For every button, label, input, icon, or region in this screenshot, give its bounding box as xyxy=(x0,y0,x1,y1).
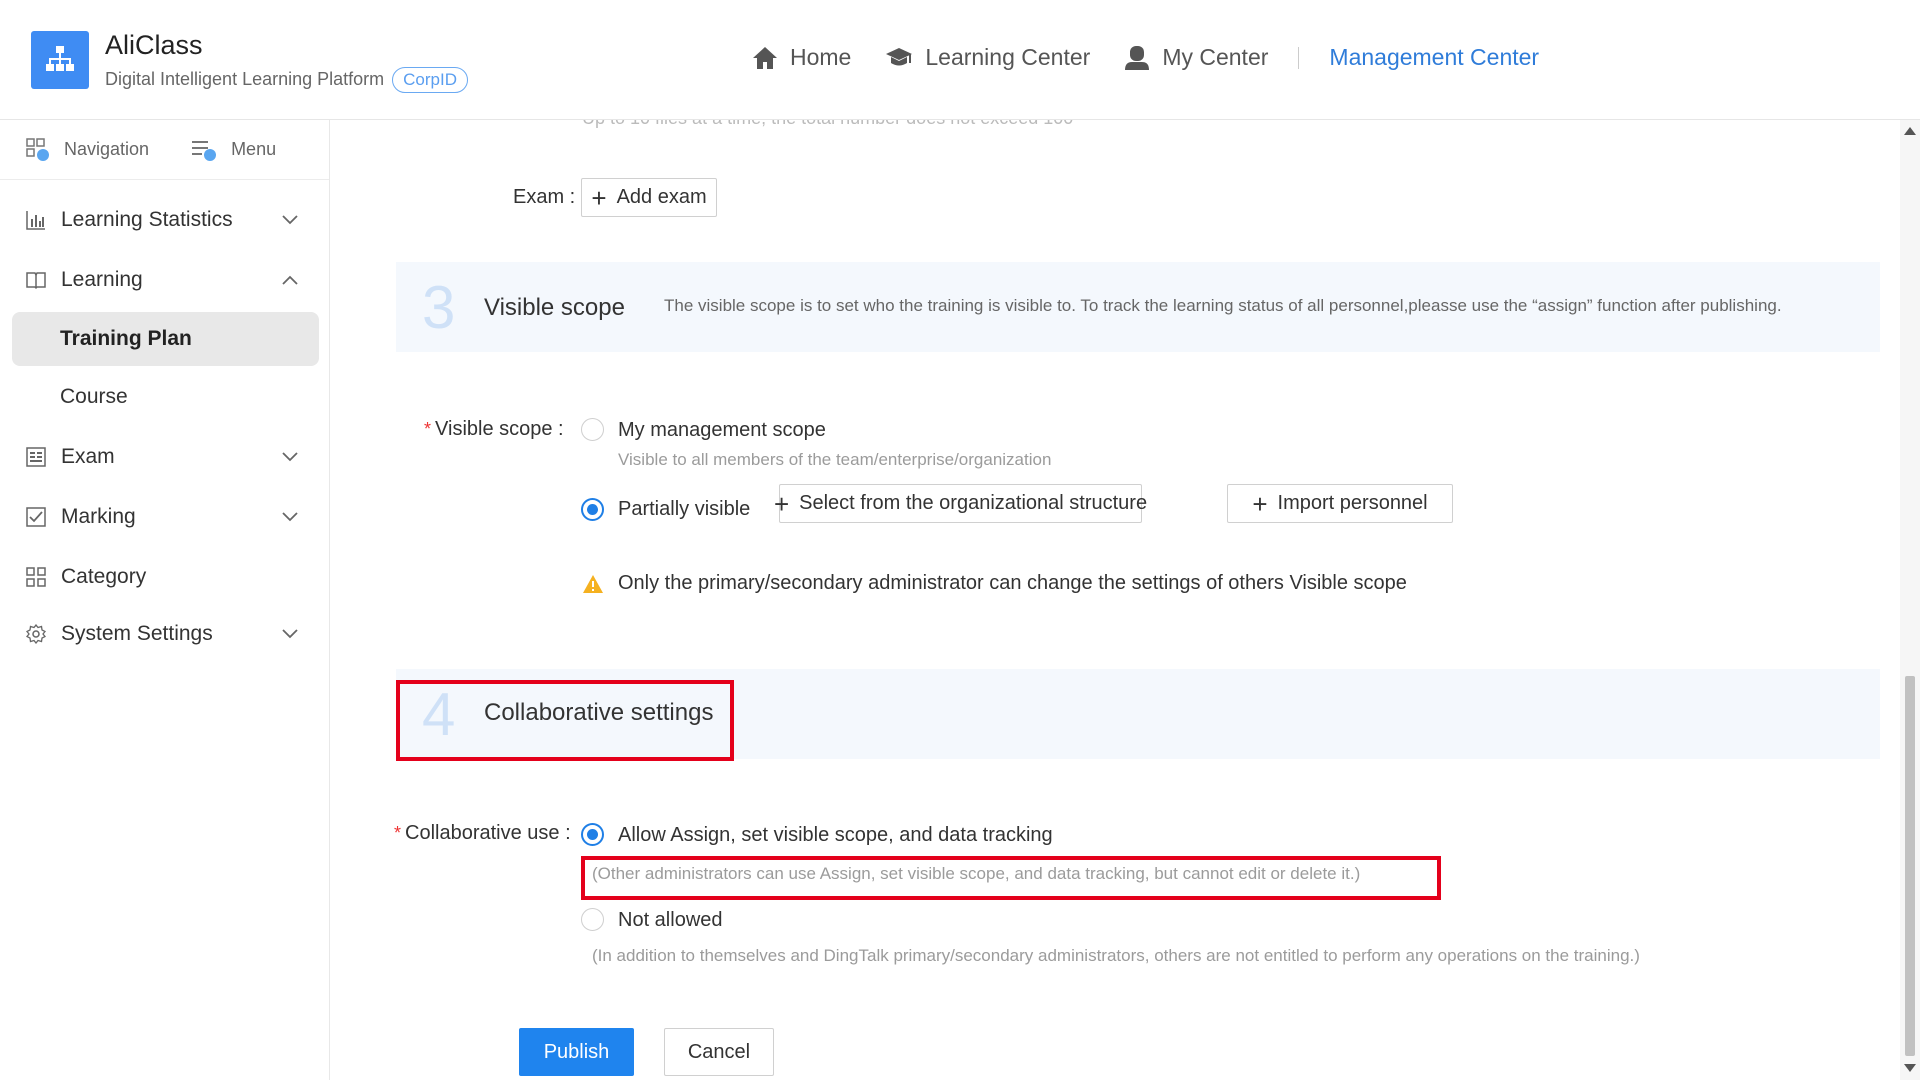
scroll-thumb[interactable] xyxy=(1905,676,1915,1056)
visible-scope-label-text: Visible scope : xyxy=(435,418,564,440)
tab-navigation-label: Navigation xyxy=(64,139,150,159)
marking-icon xyxy=(26,507,46,527)
tab-navigation[interactable]: Navigation xyxy=(26,137,150,162)
sidebar-item-label: Category xyxy=(61,565,147,588)
collaborative-use-label: * Collaborative use : xyxy=(394,822,571,845)
import-personnel-label: Import personnel xyxy=(1277,492,1428,514)
upload-hint-text: Up to 10 files at a time, the total numb… xyxy=(582,120,1073,129)
exam-field-label: Exam : xyxy=(513,186,576,208)
visible-scope-label: * Visible scope : xyxy=(424,418,564,441)
radio-my-management-scope[interactable] xyxy=(581,418,604,441)
sidebar-item-marking[interactable]: Marking xyxy=(0,491,330,543)
nav-home-label: Home xyxy=(790,44,852,70)
plus-icon: + xyxy=(591,182,607,213)
nav-learning-center-label: Learning Center xyxy=(925,44,1091,70)
sidebar-item-category[interactable]: Category xyxy=(0,551,330,603)
nav-home[interactable]: Home xyxy=(752,44,851,71)
sidebar-tabs: Navigation Menu xyxy=(0,120,329,180)
chevron-up-icon xyxy=(282,275,298,285)
sidebar-item-exam[interactable]: Exam xyxy=(0,431,330,483)
sidebar-item-course[interactable]: Course xyxy=(12,370,319,424)
nav-management-center-label: Management Center xyxy=(1329,44,1540,70)
aliclass-logo[interactable] xyxy=(31,31,89,89)
corpid-badge[interactable]: CorpID xyxy=(392,67,469,93)
warning-text: Only the primary/secondary administrator… xyxy=(618,572,1407,594)
nav-learning-center[interactable]: Learning Center xyxy=(885,44,1090,71)
sidebar-item-learning-statistics[interactable]: Learning Statistics xyxy=(0,194,330,246)
scroll-down-arrow-icon[interactable] xyxy=(1904,1064,1916,1072)
bar-chart-icon xyxy=(26,211,45,230)
plus-icon: + xyxy=(773,488,790,519)
main-scrollbar[interactable] xyxy=(1900,120,1920,1080)
warning-icon xyxy=(583,574,603,593)
sidebar-item-label: Learning xyxy=(61,268,143,291)
cancel-button[interactable]: Cancel xyxy=(664,1028,774,1076)
tab-menu[interactable]: Menu xyxy=(191,138,276,162)
publish-button[interactable]: Publish xyxy=(519,1028,634,1076)
brand-title: AliClass xyxy=(105,30,203,60)
nav-separator xyxy=(1298,46,1300,69)
import-personnel-button[interactable]: + Import personnel xyxy=(1227,484,1453,523)
radio-allow-collaboration[interactable] xyxy=(581,823,604,846)
add-exam-label: Add exam xyxy=(616,186,707,208)
exam-icon xyxy=(26,447,46,467)
option-hint: Visible to all members of the team/enter… xyxy=(618,450,1052,469)
option-partially-visible[interactable]: Partially visible xyxy=(618,498,750,521)
section-number: 3 xyxy=(422,274,456,341)
brand-subtitle: Digital Intelligent Learning Platform Cor… xyxy=(105,67,469,93)
sidebar-item-label: Learning Statistics xyxy=(61,208,233,231)
option-hint: (In addition to themselves and DingTalk … xyxy=(592,946,1640,965)
chevron-down-icon xyxy=(282,452,298,462)
tab-menu-label: Menu xyxy=(231,139,277,159)
section-description: The visible scope is to set who the trai… xyxy=(664,296,1782,315)
select-org-label: Select from the organizational structure xyxy=(799,492,1148,514)
chevron-down-icon xyxy=(282,215,298,225)
sidebar-item-system-settings[interactable]: System Settings xyxy=(0,608,330,660)
sidebar-item-label: System Settings xyxy=(61,622,213,645)
sidebar-item-training-plan[interactable]: Training Plan xyxy=(12,312,319,366)
sidebar-item-label: Exam xyxy=(61,445,115,468)
nav-my-center[interactable]: My Center xyxy=(1124,44,1268,71)
nav-my-center-label: My Center xyxy=(1162,44,1269,70)
user-icon xyxy=(1125,45,1150,70)
sidebar-item-learning[interactable]: Learning xyxy=(0,254,330,306)
top-header: AliClass Digital Intelligent Learning Pl… xyxy=(0,0,1920,120)
sidebar-item-label: Marking xyxy=(61,505,136,528)
graduation-cap-icon xyxy=(886,47,913,65)
main-content: Up to 10 files at a time, the total numb… xyxy=(330,120,1900,1080)
plus-icon: + xyxy=(1252,488,1268,519)
highlight-box-allow-hint xyxy=(581,856,1441,900)
radio-not-allowed[interactable] xyxy=(581,908,604,931)
collaborative-use-label-text: Collaborative use : xyxy=(405,822,571,844)
gear-icon xyxy=(26,624,46,644)
nav-management-center[interactable]: Management Center xyxy=(1329,44,1539,71)
select-from-org-structure-button[interactable]: + Select from the organizational structur… xyxy=(774,484,1147,523)
option-allow-collaboration[interactable]: Allow Assign, set visible scope, and dat… xyxy=(618,824,1053,847)
section-title: Visible scope xyxy=(484,294,625,321)
home-icon xyxy=(753,46,777,69)
required-asterisk: * xyxy=(424,419,432,439)
org-tree-icon xyxy=(46,46,74,71)
scroll-up-arrow-icon[interactable] xyxy=(1904,127,1916,135)
top-navigation: Home Learning Center My Center Managemen… xyxy=(752,44,1573,71)
add-exam-button[interactable]: + Add exam xyxy=(581,178,717,217)
brand-subtitle-text: Digital Intelligent Learning Platform xyxy=(105,69,385,89)
sidebar: Navigation Menu Learning Statistics Lear… xyxy=(0,120,330,1080)
visible-scope-warning: Only the primary/secondary administrator… xyxy=(582,572,1407,595)
chevron-down-icon xyxy=(282,512,298,522)
option-my-management-scope[interactable]: My management scope xyxy=(618,419,826,442)
option-not-allowed[interactable]: Not allowed xyxy=(618,909,723,932)
chevron-down-icon xyxy=(282,629,298,639)
highlight-box-section-title xyxy=(396,680,734,761)
menu-list-icon xyxy=(192,140,217,161)
navigation-grid-icon xyxy=(26,137,49,161)
book-icon xyxy=(26,272,46,290)
category-grid-icon xyxy=(26,567,46,587)
section-visible-scope-header: 3 Visible scope The visible scope is to … xyxy=(396,262,1880,352)
radio-partially-visible[interactable] xyxy=(581,498,604,521)
required-asterisk: * xyxy=(394,823,402,843)
